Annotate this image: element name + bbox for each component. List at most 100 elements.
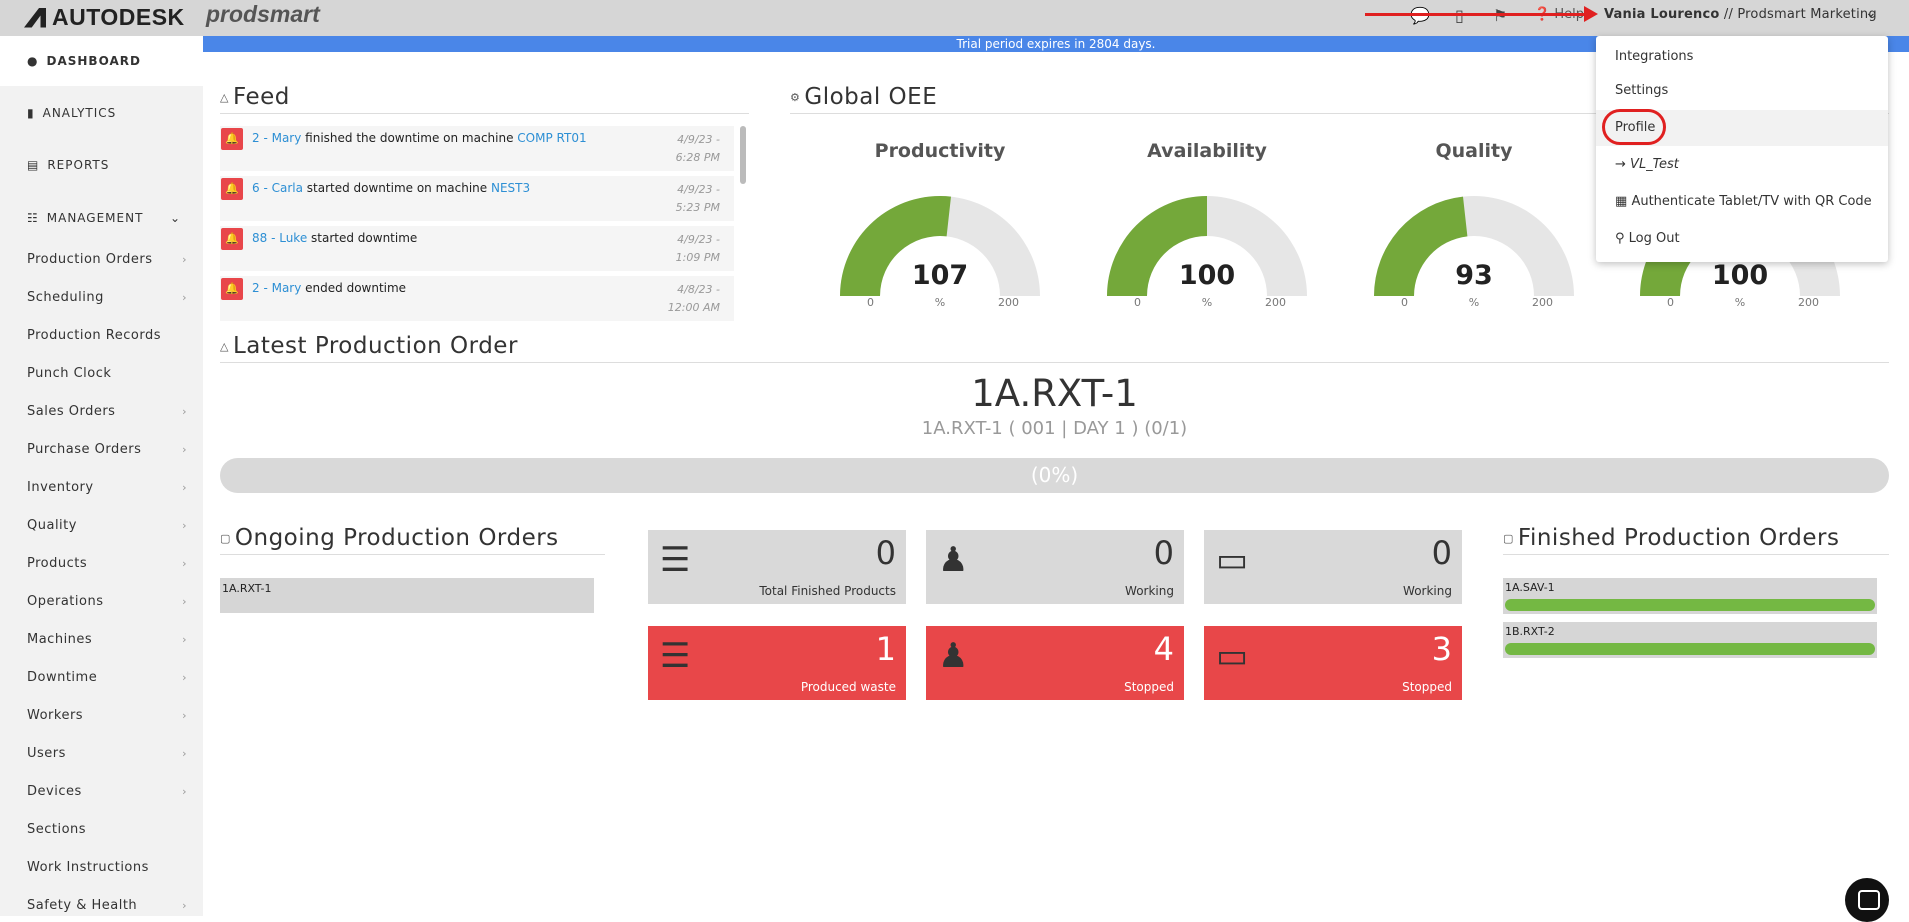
menu-item-integrations[interactable]: Integrations bbox=[1596, 39, 1888, 75]
sidebar-item-downtime[interactable]: Downtime › bbox=[27, 670, 187, 690]
tile-label: Working bbox=[1125, 584, 1174, 598]
sidebar-item-reports[interactable]: ▤ REPORTS bbox=[0, 140, 203, 190]
stat-tile[interactable]: ♟ 4 Stopped bbox=[926, 626, 1184, 700]
menu-item-label: Log Out bbox=[1628, 231, 1680, 246]
list-icon: ☰ bbox=[660, 540, 691, 580]
feed-action: ended downtime bbox=[301, 281, 407, 295]
sidebar-item-label: Devices bbox=[27, 784, 82, 799]
sidebar-item-production-records[interactable]: Production Records bbox=[27, 328, 187, 348]
feed-actor-link[interactable]: 2 - Mary bbox=[252, 131, 301, 145]
arrow-right-icon: → bbox=[1615, 157, 1626, 172]
chevron-down-icon[interactable]: ⌄ bbox=[1865, 5, 1877, 21]
stat-tile[interactable]: ☰ 0 Total Finished Products bbox=[648, 530, 906, 604]
sidebar-item-analytics[interactable]: ▮ ANALYTICS bbox=[0, 88, 203, 138]
annotation-arrow-head bbox=[1584, 6, 1598, 22]
prodsmart-logo[interactable]: prodsmart bbox=[206, 1, 320, 28]
stat-tile[interactable]: ▭ 3 Stopped bbox=[1204, 626, 1462, 700]
finished-order-row[interactable]: 1B.RXT-2 bbox=[1503, 622, 1877, 658]
machine-icon: ▭ bbox=[1216, 636, 1249, 676]
feed-item: 🔔 2 - Mary finished the downtime on machi… bbox=[220, 126, 734, 171]
feed-actor-link[interactable]: 6 - Carla bbox=[252, 181, 303, 195]
dashboard-icon: ● bbox=[27, 54, 39, 68]
worker-icon: ♟ bbox=[938, 636, 969, 676]
sidebar-item-users[interactable]: Users › bbox=[27, 746, 187, 766]
chevron-right-icon: › bbox=[182, 291, 187, 304]
menu-item-vl-test[interactable]: → VL_Test bbox=[1596, 147, 1888, 183]
user-menu-toggle[interactable]: Vania Lourenco // Prodsmart Marketing bbox=[1604, 7, 1877, 22]
folder-open-icon: ▢ bbox=[220, 532, 231, 545]
annotation-circle bbox=[1602, 109, 1666, 145]
chevron-right-icon: › bbox=[182, 671, 187, 684]
bell-icon: 🔔 bbox=[221, 128, 243, 150]
menu-item-settings[interactable]: Settings bbox=[1596, 73, 1888, 109]
stat-tile[interactable]: ☰ 1 Produced waste bbox=[648, 626, 906, 700]
sidebar-item-label: MANAGEMENT bbox=[46, 211, 144, 225]
sidebar-item-inventory[interactable]: Inventory › bbox=[27, 480, 187, 500]
chevron-down-icon: ⌄ bbox=[170, 211, 182, 225]
dashboard-gauge-icon: ⚙ bbox=[790, 91, 801, 104]
order-name[interactable]: 1A.RXT-1 bbox=[220, 372, 1889, 415]
sidebar-item-scheduling[interactable]: Scheduling › bbox=[27, 290, 187, 310]
sidebar-item-machines[interactable]: Machines › bbox=[27, 632, 187, 652]
sidebar-item-punch-clock[interactable]: Punch Clock bbox=[27, 366, 187, 386]
sidebar-item-sales-orders[interactable]: Sales Orders › bbox=[27, 404, 187, 424]
feed-actor-link[interactable]: 2 - Mary bbox=[252, 281, 301, 295]
sidebar-item-workers[interactable]: Workers › bbox=[27, 708, 187, 728]
sidebar: ● DASHBOARD ▮ ANALYTICS ▤ REPORTS ☷ MANA… bbox=[0, 36, 203, 916]
sidebar-item-label: Production Orders bbox=[27, 252, 153, 267]
support-chat-button[interactable] bbox=[1845, 878, 1889, 922]
feed-time: 1:09 PM bbox=[675, 251, 720, 264]
tile-label: Stopped bbox=[1402, 680, 1452, 694]
sidebar-item-devices[interactable]: Devices › bbox=[27, 784, 187, 804]
gauge-value: 93 bbox=[1455, 260, 1493, 291]
feed-actor-link[interactable]: 88 - Luke bbox=[252, 231, 307, 245]
worker-icon: ♟ bbox=[938, 540, 969, 580]
feed-title: △ Feed bbox=[220, 84, 290, 110]
sidebar-item-production-orders[interactable]: Production Orders › bbox=[27, 252, 187, 272]
menu-item-authenticate-qr[interactable]: ▦ Authenticate Tablet/TV with QR Code bbox=[1596, 184, 1888, 220]
stat-tile[interactable]: ▭ 0 Working bbox=[1204, 530, 1462, 604]
sidebar-item-operations[interactable]: Operations › bbox=[27, 594, 187, 614]
feed-time: 5:23 PM bbox=[675, 201, 720, 214]
tile-value: 4 bbox=[1153, 630, 1174, 668]
finished-order-row[interactable]: 1A.SAV-1 bbox=[1503, 578, 1877, 614]
chevron-right-icon: › bbox=[182, 253, 187, 266]
bell-icon: △ bbox=[220, 91, 229, 104]
sidebar-item-label: Sales Orders bbox=[27, 404, 116, 419]
order-detail: 1A.RXT-1 ( 001 | DAY 1 ) (0/1) bbox=[921, 418, 1188, 439]
sidebar-item-sections[interactable]: Sections bbox=[27, 822, 187, 842]
sidebar-item-work-instructions[interactable]: Work Instructions bbox=[27, 860, 187, 880]
sidebar-item-label: Punch Clock bbox=[27, 366, 112, 381]
chevron-right-icon: › bbox=[182, 595, 187, 608]
sidebar-item-products[interactable]: Products › bbox=[27, 556, 187, 576]
tile-value: 1 bbox=[875, 630, 896, 668]
ongoing-order-row[interactable]: 1A.RXT-1 bbox=[220, 578, 594, 613]
gauge-title: Productivity bbox=[874, 140, 1006, 162]
feed-target-link[interactable]: COMP RT01 bbox=[517, 131, 586, 145]
key-icon: ⚲ bbox=[1615, 231, 1625, 246]
chevron-right-icon: › bbox=[182, 747, 187, 760]
feed-text: 88 - Luke started downtime bbox=[252, 231, 417, 245]
user-name: Vania Lourenco bbox=[1604, 7, 1720, 22]
feed-text: 2 - Mary finished the downtime on machin… bbox=[252, 131, 587, 145]
menu-item-logout[interactable]: ⚲ Log Out bbox=[1596, 221, 1888, 257]
chevron-right-icon: › bbox=[182, 785, 187, 798]
gauge-max: 200 bbox=[1265, 296, 1286, 309]
stat-tile[interactable]: ♟ 0 Working bbox=[926, 530, 1184, 604]
machine-icon: ▭ bbox=[1216, 540, 1249, 580]
feed-scrollbar[interactable] bbox=[740, 126, 746, 184]
sidebar-item-management[interactable]: ☷ MANAGEMENT ⌄ bbox=[0, 193, 203, 243]
feed-time: 12:00 AM bbox=[667, 301, 720, 314]
gauge-min: 0 bbox=[1667, 296, 1674, 309]
feed-time: 6:28 PM bbox=[675, 151, 720, 164]
chevron-right-icon: › bbox=[182, 519, 187, 532]
reports-icon: ▤ bbox=[27, 158, 40, 172]
sidebar-item-safety-health[interactable]: Safety & Health › bbox=[27, 898, 187, 918]
sidebar-item-purchase-orders[interactable]: Purchase Orders › bbox=[27, 442, 187, 462]
feed-target-link[interactable]: NEST3 bbox=[491, 181, 530, 195]
sidebar-item-quality[interactable]: Quality › bbox=[27, 518, 187, 538]
oee-gauge: Quality 93% 0 200 bbox=[1364, 140, 1584, 330]
gauge-value: 107 bbox=[911, 260, 969, 291]
autodesk-logo[interactable]: AUTODESK bbox=[24, 4, 185, 31]
sidebar-item-dashboard[interactable]: ● DASHBOARD bbox=[0, 36, 203, 86]
